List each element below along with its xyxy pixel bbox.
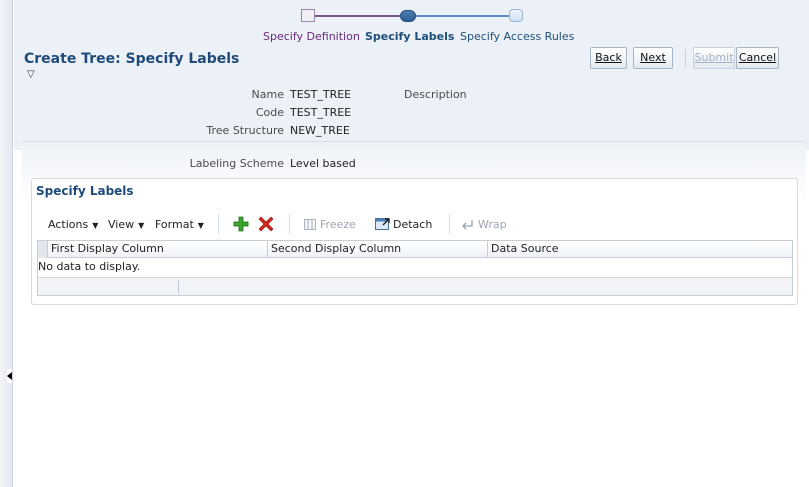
empty-table-message: No data to display. xyxy=(38,260,141,273)
name-label: Name xyxy=(251,88,284,101)
column-header-first-display[interactable]: First Display Column xyxy=(48,241,268,258)
next-button[interactable]: Next xyxy=(633,47,673,69)
freeze-icon xyxy=(304,219,316,233)
triangle-down-icon[interactable]: ▽ xyxy=(27,69,35,80)
caret-down-icon: ▼ xyxy=(138,221,145,230)
column-header-second-display[interactable]: Second Display Column xyxy=(268,241,488,258)
train-connector xyxy=(415,15,510,17)
train-stop-future-icon[interactable] xyxy=(509,9,523,22)
footer-divider xyxy=(178,280,179,294)
format-menu[interactable]: Format ▼ xyxy=(155,218,204,231)
labeling-scheme-value: Level based xyxy=(290,157,356,170)
caret-down-icon: ▼ xyxy=(92,221,99,230)
add-row-icon[interactable] xyxy=(233,216,249,235)
train-stop-visited-icon[interactable] xyxy=(301,9,315,22)
back-button[interactable]: Back xyxy=(590,47,627,69)
name-value: TEST_TREE xyxy=(290,88,352,101)
train-step-specify-labels: Specify Labels xyxy=(365,30,455,43)
wrap-button: Wrap xyxy=(478,218,507,231)
train-step-specify-access-rules[interactable]: Specify Access Rules xyxy=(460,30,574,43)
header-band xyxy=(14,0,809,150)
description-label: Description xyxy=(404,88,467,101)
delete-row-icon[interactable] xyxy=(258,216,274,235)
code-label: Code xyxy=(255,106,284,119)
row-selector-header[interactable] xyxy=(38,241,48,258)
freeze-button: Freeze xyxy=(320,218,356,231)
detach-icon[interactable] xyxy=(375,216,391,234)
wrap-icon xyxy=(461,219,475,234)
code-value: TEST_TREE xyxy=(290,106,352,119)
train-stop-current-icon xyxy=(400,10,416,22)
labels-table: First Display Column Second Display Colu… xyxy=(37,240,793,296)
toolbar-divider xyxy=(218,214,219,234)
train-connector xyxy=(315,15,401,17)
view-menu[interactable]: View ▼ xyxy=(108,218,144,231)
detach-button[interactable]: Detach xyxy=(393,218,432,231)
actions-menu[interactable]: Actions ▼ xyxy=(48,218,98,231)
cancel-button[interactable]: Cancel xyxy=(736,47,779,69)
caret-down-icon: ▼ xyxy=(197,221,204,230)
button-divider xyxy=(685,49,686,67)
submit-button[interactable]: Submit xyxy=(693,47,735,69)
specify-labels-title: Specify Labels xyxy=(36,184,134,198)
table-header: First Display Column Second Display Colu… xyxy=(38,241,792,258)
tree-structure-label: Tree Structure xyxy=(206,124,284,137)
tree-structure-value: NEW_TREE xyxy=(290,124,350,137)
left-splitter-strip xyxy=(0,0,13,487)
train-step-specify-definition[interactable]: Specify Definition xyxy=(263,30,360,43)
toolbar-divider xyxy=(449,214,450,234)
collapse-panel-icon[interactable] xyxy=(7,369,12,383)
table-footer xyxy=(38,277,792,295)
labeling-scheme-label: Labeling Scheme xyxy=(189,157,284,170)
page-title: Create Tree: Specify Labels xyxy=(24,51,240,67)
column-header-data-source[interactable]: Data Source xyxy=(488,241,792,258)
toolbar-divider xyxy=(289,214,290,234)
